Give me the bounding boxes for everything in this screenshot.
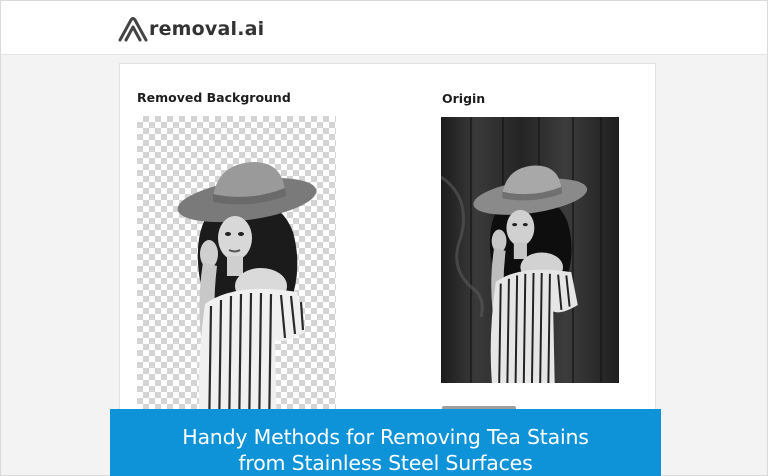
banner-title-line-2: from Stainless Steel Surfaces	[238, 451, 533, 475]
origin-title: Origin	[442, 91, 486, 106]
removed-background-title: Removed Background	[137, 90, 291, 105]
site-header: removal.ai	[1, 1, 767, 55]
article-title-banner[interactable]: Handy Methods for Removing Tea Stains fr…	[110, 409, 661, 476]
brand-logo[interactable]: removal.ai	[117, 14, 264, 44]
removed-background-image	[137, 116, 336, 436]
brand-name: removal.ai	[149, 18, 265, 40]
banner-title-line-1: Handy Methods for Removing Tea Stains	[182, 425, 589, 449]
origin-image	[441, 117, 619, 383]
removal-ai-logo-icon	[117, 15, 151, 43]
